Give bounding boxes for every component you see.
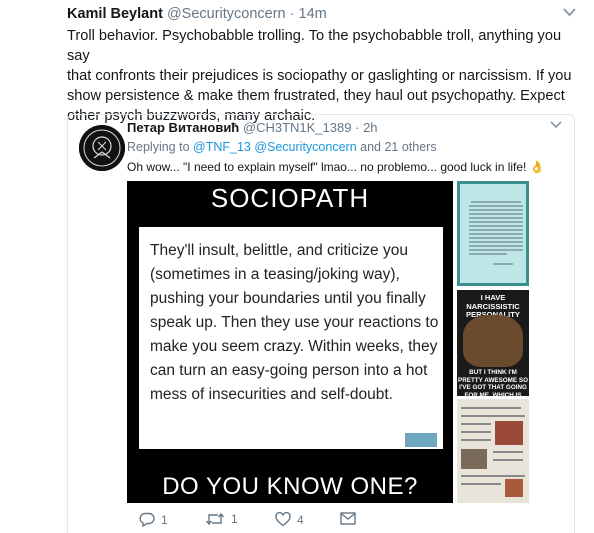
image-title: SOCIOPATH: [210, 183, 370, 213]
like-count: 4: [297, 512, 304, 527]
author-handle[interactable]: @Securityconcern: [167, 6, 286, 22]
replying-to: Replying to @TNF_13 @Securityconcern and…: [127, 140, 437, 154]
quoted-author-handle[interactable]: @CH3TN1K_1389: [243, 120, 352, 135]
reply-button[interactable]: 1: [139, 512, 168, 527]
quoted-time[interactable]: 2h: [363, 120, 377, 135]
replying-suffix[interactable]: and 21 others: [357, 140, 436, 154]
chevron-down-icon[interactable]: [550, 120, 562, 132]
media-grid: SOCIOPATH They'll insult, belittle, and …: [127, 181, 529, 503]
chevron-down-icon[interactable]: [563, 6, 576, 20]
replying-users-link[interactable]: @TNF_13 @Securityconcern: [193, 140, 357, 154]
media-image-document[interactable]: [457, 399, 529, 503]
separator-dot: ·: [289, 6, 295, 22]
replying-prefix: Replying to: [127, 140, 194, 154]
message-icon: [340, 512, 356, 525]
image-text-panel: They'll insult, belittle, and criticize …: [139, 227, 443, 449]
quoted-header: Петар Витановић @CH3TN1K_1389 · 2h: [127, 120, 378, 135]
image-body-text: They'll insult, belittle, and criticize …: [150, 242, 439, 403]
image-bottom-text: DO YOU KNOW ONE?: [162, 473, 418, 500]
retweet-count: 1: [231, 512, 238, 526]
author-name[interactable]: Kamil Beylant: [67, 6, 163, 22]
quoted-tweet[interactable]: Петар Витановић @CH3TN1K_1389 · 2h Reply…: [67, 114, 575, 533]
retweet-icon: [205, 512, 225, 526]
tweet-text: Troll behavior. Psychobabble trolling. T…: [67, 28, 572, 124]
media-image-meme[interactable]: I HAVE NARCISSISTIC PERSONALITY DISORDER…: [457, 290, 529, 396]
quoted-text: Oh wow... "I need to explain myself" lma…: [127, 160, 545, 174]
media-image-sociopath[interactable]: SOCIOPATH They'll insult, belittle, and …: [127, 181, 453, 503]
separator-dot: ·: [355, 120, 360, 135]
retweet-button[interactable]: 1: [205, 512, 238, 526]
quote-text-lines: [469, 201, 523, 265]
quote-card: [460, 184, 526, 283]
tweet-header: Kamil Beylant @Securityconcern · 14m: [67, 6, 576, 26]
like-button[interactable]: 4: [275, 512, 304, 527]
reply-icon: [139, 512, 155, 527]
heart-icon: [275, 512, 291, 527]
meme-face: [463, 315, 523, 367]
quoted-author-name[interactable]: Петар Витановић: [127, 120, 239, 135]
tweet-time[interactable]: 14m: [299, 6, 327, 22]
meme-bottom-text: BUT I THINK I'M PRETTY AWESOME SO I'VE G…: [458, 369, 528, 396]
decorative-bar: [405, 433, 437, 447]
avatar[interactable]: [79, 125, 125, 171]
media-image-quote[interactable]: [457, 181, 529, 286]
reply-count: 1: [161, 512, 168, 527]
direct-message-button[interactable]: [340, 512, 356, 525]
